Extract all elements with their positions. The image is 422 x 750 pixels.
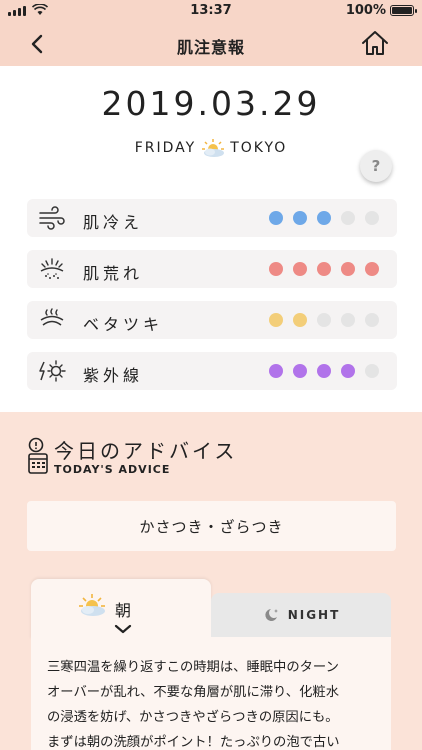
skin-burst-icon	[40, 258, 64, 279]
chevron-down-icon	[114, 624, 132, 634]
metric-row-rough: 肌荒れ	[27, 250, 397, 288]
level-dot-empty	[365, 313, 379, 327]
level-dots	[269, 364, 379, 378]
sun-cloud-icon	[79, 594, 105, 616]
advice-title: 今日のアドバイス	[54, 439, 238, 463]
level-dot-filled	[293, 313, 307, 327]
level-dot-filled	[341, 262, 355, 276]
level-dot-filled	[293, 211, 307, 225]
level-dot-empty	[341, 211, 355, 225]
status-bar: 13:37 100%	[0, 0, 422, 22]
level-dots	[269, 313, 379, 327]
level-dot-filled	[293, 262, 307, 276]
wind-icon	[39, 206, 65, 230]
level-dots	[269, 211, 379, 225]
home-icon	[362, 31, 388, 55]
level-dot-empty	[365, 364, 379, 378]
advice-line: まずは朝の洗顔がポイント！たっぷりの泡で古い	[47, 735, 340, 750]
advice-content: 三寒四温を繰り返すこの時期は、睡眠中のターン オーバーが乱れ、不要な角層が肌に滞…	[31, 637, 391, 750]
advice-subtitle: TODAY'S ADVICE	[54, 463, 171, 476]
advice-line: オーバーが乱れ、不要な角層が肌に滞り、化粧水	[47, 685, 339, 700]
metric-label: 肌荒れ	[83, 264, 144, 283]
metric-row-oily: ベタツキ	[27, 301, 397, 339]
level-dot-empty	[317, 313, 331, 327]
level-dot-filled	[317, 262, 331, 276]
level-dot-empty	[365, 211, 379, 225]
level-dot-filled	[317, 211, 331, 225]
advice-summary: かさつき・ざらつき	[27, 501, 396, 551]
battery-percent: 100%	[345, 3, 386, 18]
metric-row-uv: 紫外線	[27, 352, 397, 390]
level-dots	[269, 262, 379, 276]
moon-icon	[265, 609, 278, 621]
level-dot-filled	[341, 364, 355, 378]
advice-text: 三寒四温を繰り返すこの時期は、睡眠中のターン オーバーが乱れ、不要な角層が肌に滞…	[47, 655, 382, 750]
level-dot-filled	[269, 262, 283, 276]
day-label: FRIDAY	[134, 140, 197, 156]
calendar-alert-icon	[28, 437, 48, 474]
level-dot-filled	[317, 364, 331, 378]
tab-night-label: NIGHT	[287, 608, 341, 622]
level-dot-filled	[365, 262, 379, 276]
help-button[interactable]: ?	[360, 150, 392, 182]
page-title: 肌注意報	[176, 38, 245, 57]
advice-line: の浸透を妨げ、かさつきやざらつきの原因にも。	[47, 710, 339, 725]
nav-bar: 肌注意報	[0, 22, 422, 66]
level-dot-filled	[269, 364, 283, 378]
day-city-row: FRIDAY TOKYO	[0, 138, 422, 158]
battery-icon	[390, 5, 417, 16]
level-dot-filled	[269, 211, 283, 225]
tab-night[interactable]: NIGHT	[211, 593, 391, 637]
tab-morning[interactable]: 朝	[31, 579, 211, 639]
metric-label: 紫外線	[83, 366, 144, 385]
advice-line: 三寒四温を繰り返すこの時期は、睡眠中のターン	[47, 660, 339, 675]
tab-morning-label: 朝	[115, 601, 132, 620]
uv-sun-icon	[39, 360, 66, 382]
metric-label: ベタツキ	[83, 315, 164, 334]
forecast-date: 2019.03.29	[101, 84, 321, 123]
sun-cloud-icon	[202, 139, 225, 157]
battery-indicator: 100%	[345, 3, 417, 18]
metric-row-chill: 肌冷え	[27, 199, 397, 237]
level-dot-filled	[293, 364, 307, 378]
oily-icon	[40, 308, 64, 326]
level-dot-filled	[269, 313, 283, 327]
home-button[interactable]	[360, 28, 390, 58]
metric-label: 肌冷え	[83, 213, 144, 232]
advice-header: 今日のアドバイス TODAY'S ADVICE	[26, 435, 396, 479]
forecast-card: 2019.03.29 FRIDAY TOKYO ? 肌冷え 肌荒れ ベタツキ 紫…	[0, 66, 422, 412]
level-dot-empty	[341, 313, 355, 327]
city-label: TOKYO	[230, 140, 288, 156]
